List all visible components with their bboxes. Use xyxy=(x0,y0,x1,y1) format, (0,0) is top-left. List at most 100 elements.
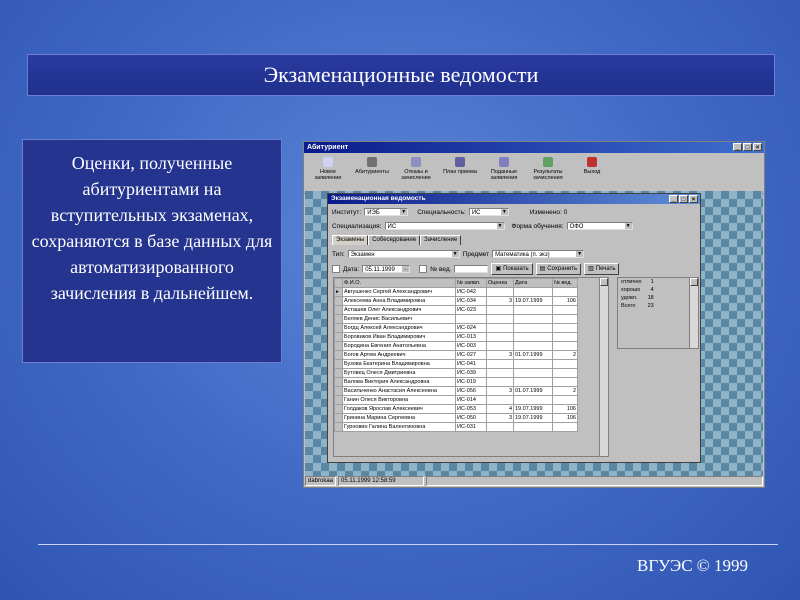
study-form-select[interactable]: ОФО ▼ xyxy=(566,222,633,230)
toolbar-button-1[interactable]: Новое заявление xyxy=(308,157,348,181)
save-button[interactable]: ▤ Сохранить xyxy=(535,263,582,275)
toolbar-button-6[interactable]: Результаты зачисления xyxy=(528,157,568,181)
cell-date[interactable] xyxy=(513,395,553,405)
cell-fio[interactable]: Беляев Денис Васильевич xyxy=(342,314,456,324)
col-header-num[interactable]: № заявл. xyxy=(455,278,487,288)
cell-grade[interactable] xyxy=(486,422,514,432)
table-row[interactable]: Богдц Алексей Александрович ИС-024 xyxy=(334,323,578,333)
maximize-icon[interactable]: □ xyxy=(743,143,752,151)
cell-date[interactable] xyxy=(513,341,553,351)
cell-num[interactable]: ИС-039 xyxy=(455,368,487,378)
cell-date[interactable]: 01.07.1999 xyxy=(513,386,553,396)
cell-num[interactable]: ИС-024 xyxy=(455,323,487,333)
grid-scrollbar[interactable] xyxy=(599,278,608,456)
cell-num[interactable]: ИС-023 xyxy=(455,305,487,315)
cell-date[interactable]: 19.07.1999 xyxy=(513,404,553,414)
col-header-grade[interactable]: Оценка xyxy=(486,278,514,288)
cell-fio[interactable]: Авгушенко Сергей Александрович xyxy=(342,287,456,297)
tab-interview[interactable]: Собеседование xyxy=(368,235,421,245)
table-row[interactable]: Алексеева Анна Владимировна ИС-034 3 19.07.… xyxy=(334,296,578,306)
minimize-icon[interactable]: _ xyxy=(733,143,742,151)
cell-num[interactable]: ИС-013 xyxy=(455,332,487,342)
subject-select[interactable]: Математика (п. экз) ▼ xyxy=(492,250,585,258)
vedomost-checkbox[interactable] xyxy=(419,265,428,273)
cell-ved[interactable] xyxy=(552,422,578,432)
cell-num[interactable] xyxy=(455,314,487,324)
table-row[interactable]: ▸ Авгушенко Сергей Александрович ИС-042 xyxy=(334,287,578,297)
cell-date[interactable] xyxy=(513,323,553,333)
scroll-up-icon[interactable] xyxy=(690,278,698,286)
cell-fio[interactable]: Боровиков Иван Владимирович xyxy=(342,332,456,342)
cell-fio[interactable]: Гурновин Галина Валентиновна xyxy=(342,422,456,432)
cell-num[interactable]: ИС-027 xyxy=(455,350,487,360)
table-row[interactable]: Гринина Марина Сергеевна ИС-050 3 19.07.199… xyxy=(334,413,578,423)
show-button[interactable]: ▣ Показать xyxy=(491,263,533,275)
cell-date[interactable] xyxy=(513,287,553,297)
cell-ved[interactable]: 106 xyxy=(552,413,578,423)
cell-ved[interactable] xyxy=(552,377,578,387)
cell-fio[interactable]: Богдц Алексей Александрович xyxy=(342,323,456,333)
col-header-ved[interactable]: № вед. xyxy=(552,278,578,288)
toolbar-button-2[interactable]: Абитуриенты xyxy=(352,157,392,175)
minimize-icon[interactable]: _ xyxy=(669,195,678,203)
cell-num[interactable]: ИС-041 xyxy=(455,359,487,369)
cell-grade[interactable] xyxy=(486,359,514,369)
cell-num[interactable]: ИС-056 xyxy=(455,386,487,396)
table-row[interactable]: Голдаков Ярослав Алексеевич ИС-053 4 19.07.… xyxy=(334,404,578,414)
close-icon[interactable]: × xyxy=(753,143,762,151)
tab-enrollment[interactable]: Зачисление xyxy=(420,235,462,245)
cell-grade[interactable] xyxy=(486,341,514,351)
cell-num[interactable]: ИС-050 xyxy=(455,413,487,423)
date-field[interactable]: 05.11.1999… xyxy=(362,265,411,273)
type-select[interactable]: Экзамен ▼ xyxy=(347,250,460,258)
cell-num[interactable]: ИС-003 xyxy=(455,341,487,351)
cell-ved[interactable] xyxy=(552,368,578,378)
cell-fio[interactable]: Гринина Марина Сергеевна xyxy=(342,413,456,423)
cell-ved[interactable] xyxy=(552,314,578,324)
cell-grade[interactable] xyxy=(486,305,514,315)
table-row[interactable]: Боровиков Иван Владимирович ИС-013 xyxy=(334,332,578,342)
cell-ved[interactable] xyxy=(552,341,578,351)
cell-ved[interactable]: 2 xyxy=(552,386,578,396)
cell-date[interactable] xyxy=(513,368,553,378)
cell-grade[interactable] xyxy=(486,368,514,378)
table-row[interactable]: Бутовец Олеся Дмитриевна ИС-039 xyxy=(334,368,578,378)
cell-grade[interactable] xyxy=(486,287,514,297)
table-row[interactable]: Валова Виктория Александровна ИС-019 xyxy=(334,377,578,387)
cell-ved[interactable] xyxy=(552,359,578,369)
cell-ved[interactable] xyxy=(552,323,578,333)
cell-fio[interactable]: Бородина Евгения Анатольевна xyxy=(342,341,456,351)
table-row[interactable]: Гурновин Галина Валентиновна ИС-031 xyxy=(334,422,578,432)
stats-scrollbar[interactable] xyxy=(689,278,698,348)
cell-date[interactable] xyxy=(513,314,553,324)
students-grid[interactable]: Ф.И.О. № заявл. Оценка Дата № вед. ▸ Авгу… xyxy=(333,277,609,457)
cell-date[interactable] xyxy=(513,332,553,342)
table-row[interactable]: Васильченко Анастасия Алексеевна ИС-056 3 0… xyxy=(334,386,578,396)
table-row[interactable]: Бузова Екатерина Владимировна ИС-041 xyxy=(334,359,578,369)
cell-grade[interactable] xyxy=(486,314,514,324)
cell-grade[interactable] xyxy=(486,332,514,342)
cell-fio[interactable]: Богов Артем Андреевич xyxy=(342,350,456,360)
close-icon[interactable]: × xyxy=(689,195,698,203)
maximize-icon[interactable]: □ xyxy=(679,195,688,203)
cell-grade[interactable]: 3 xyxy=(486,350,514,360)
cell-grade[interactable]: 3 xyxy=(486,413,514,423)
cell-num[interactable]: ИС-034 xyxy=(455,296,487,306)
cell-fio[interactable]: Васильченко Анастасия Алексеевна xyxy=(342,386,456,396)
cell-num[interactable]: ИС-053 xyxy=(455,404,487,414)
cell-ved[interactable]: 106 xyxy=(552,404,578,414)
cell-date[interactable] xyxy=(513,305,553,315)
cell-date[interactable] xyxy=(513,377,553,387)
cell-date[interactable]: 19.07.1999 xyxy=(513,413,553,423)
cell-fio[interactable]: Валова Виктория Александровна xyxy=(342,377,456,387)
cell-fio[interactable]: Голдаков Ярослав Алексеевич xyxy=(342,404,456,414)
cell-grade[interactable] xyxy=(486,377,514,387)
toolbar-button-4[interactable]: План приема xyxy=(440,157,480,175)
cell-ved[interactable] xyxy=(552,332,578,342)
print-button[interactable]: ▥ Печать xyxy=(584,263,620,275)
toolbar-button-7[interactable]: Выход xyxy=(572,157,612,175)
toolbar-button-3[interactable]: Отказы и зачисление xyxy=(396,157,436,181)
table-row[interactable]: Асташев Олег Александрович ИС-023 xyxy=(334,305,578,315)
cell-num[interactable]: ИС-019 xyxy=(455,377,487,387)
cell-ved[interactable] xyxy=(552,305,578,315)
